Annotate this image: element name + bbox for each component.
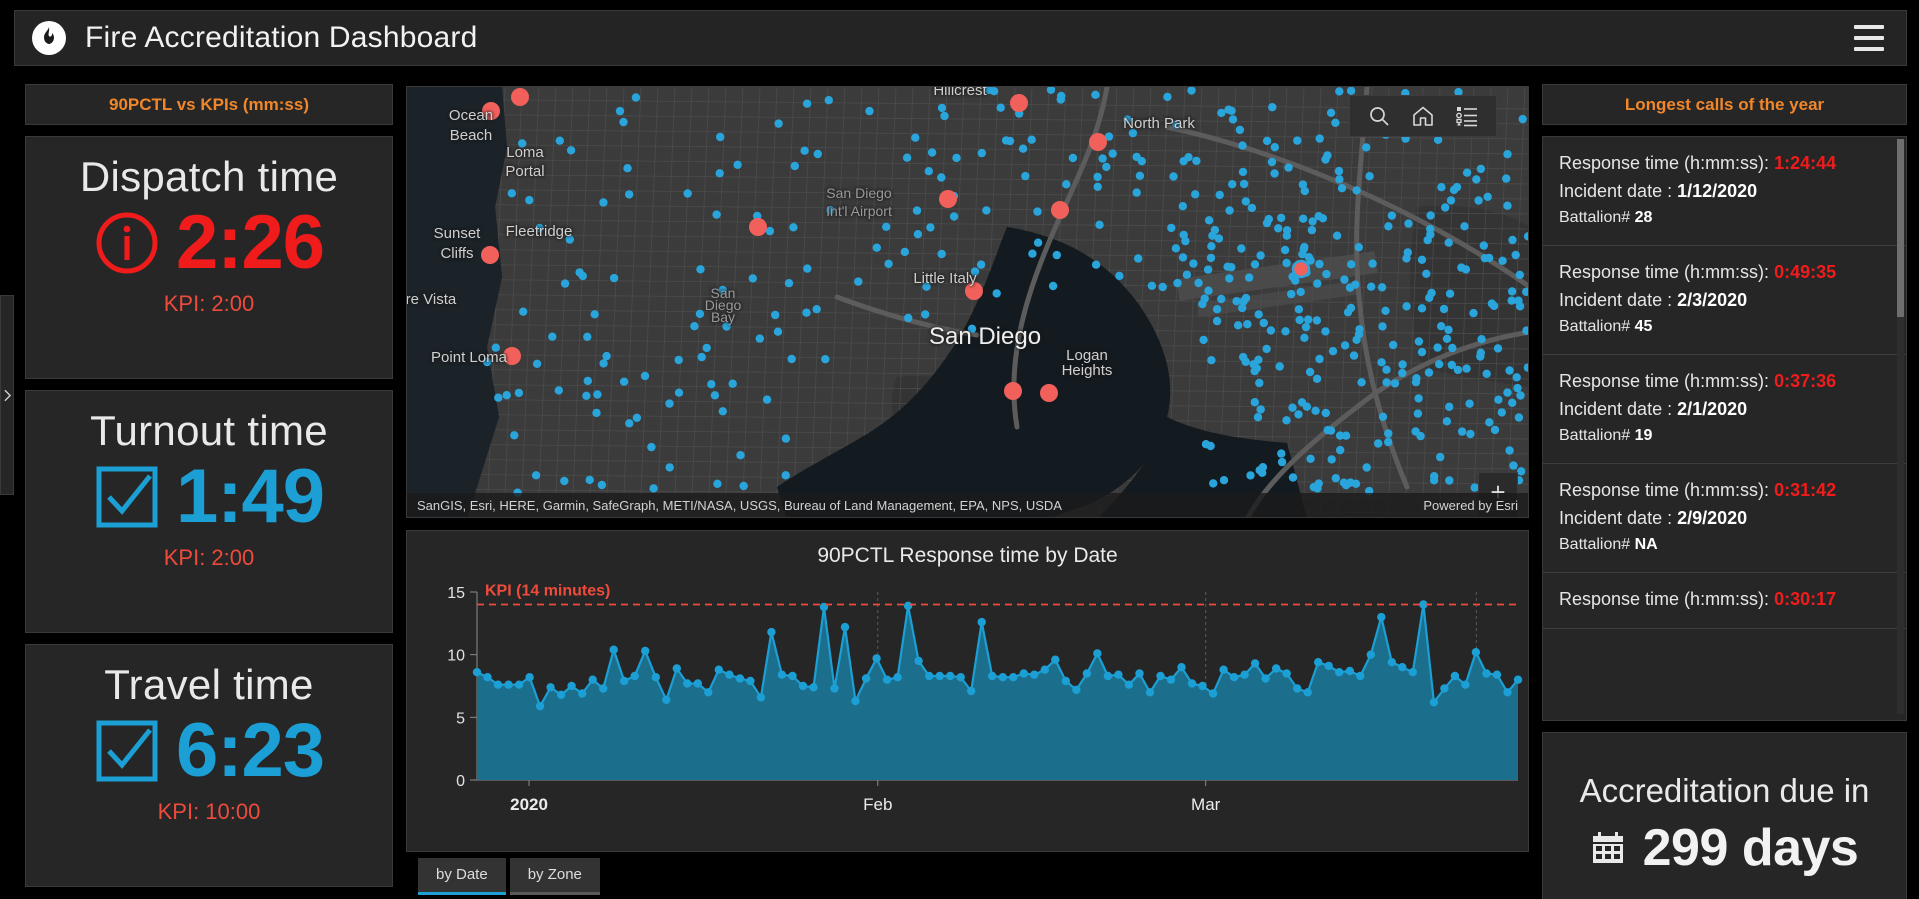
call-list-item[interactable]: Response time (h:mm:ss): 0:30:17	[1543, 573, 1906, 629]
response-time-chart-panel: 90PCTL Response time by Date 0 5 10 15 2020 F…	[406, 530, 1529, 852]
call-battalion: Battalion# NA	[1559, 536, 1658, 553]
flame-circle-icon	[31, 20, 67, 56]
search-icon[interactable]	[1368, 105, 1390, 127]
y-axis-tick-label: 0	[456, 773, 465, 790]
kpi-target-label: KPI: 2:00	[163, 291, 255, 317]
call-response-time: Response time (h:mm:ss): 1:24:44	[1559, 153, 1837, 173]
kpi-card-dispatch-time[interactable]: Dispatch time 2:26 KPI: 2:00	[25, 136, 393, 379]
chart-plot-area[interactable]: 0 5 10 15 2020 Feb Mar KPI (14 minutes)	[407, 574, 1528, 826]
kpi-sidebar: 90PCTL vs KPIs (mm:ss) Dispatch time 2:2…	[25, 84, 393, 887]
y-axis-tick-label: 15	[447, 585, 465, 602]
longest-calls-list[interactable]: Response time (h:mm:ss): 1:24:44 Incident…	[1542, 136, 1907, 721]
call-list-item[interactable]: Response time (h:mm:ss): 0:31:42 Incident…	[1543, 464, 1906, 573]
call-incident-date: Incident date : 2/9/2020	[1559, 508, 1748, 528]
chart-tab-bar[interactable]: by Date by Zone	[418, 858, 600, 895]
map-attribution-bar: SanGIS, Esri, HERE, Garmin, SafeGraph, M…	[407, 493, 1528, 517]
call-battalion: Battalion# 19	[1559, 427, 1653, 444]
call-response-time: Response time (h:mm:ss): 0:31:42	[1559, 480, 1837, 500]
call-response-time: Response time (h:mm:ss): 0:49:35	[1559, 262, 1837, 282]
call-incident-date: Incident date : 2/1/2020	[1559, 399, 1748, 419]
kpi-card-travel-time[interactable]: Travel time 6:23 KPI: 10:00	[25, 644, 393, 887]
accreditation-days-value: 299 days	[1642, 818, 1859, 877]
kpi-target-label: KPI: 10:00	[157, 799, 261, 825]
incident-map[interactable]: Ocean Beach Loma Portal Sunset Cliffs Fleetrid…	[406, 86, 1529, 518]
kpi-value: 1:49	[175, 454, 325, 540]
app-header: Fire Accreditation Dashboard	[14, 10, 1907, 66]
call-battalion: Battalion# 45	[1559, 318, 1653, 335]
call-battalion: Battalion# 28	[1559, 209, 1653, 226]
kpi-panel-title: 90PCTL vs KPIs (mm:ss)	[25, 84, 393, 125]
call-list-item[interactable]: Response time (h:mm:ss): 1:24:44 Incident…	[1543, 137, 1906, 246]
call-list-item[interactable]: Response time (h:mm:ss): 0:37:36 Incident…	[1543, 355, 1906, 464]
kpi-label: Dispatch time	[79, 153, 339, 200]
map-powered-by[interactable]: Powered by Esri	[1423, 498, 1518, 513]
legend-list-icon[interactable]	[1456, 105, 1478, 127]
checkbox-checked-icon	[94, 464, 160, 530]
chart-title: 90PCTL Response time by Date	[817, 544, 1118, 567]
x-axis-tick-label: Mar	[1191, 795, 1221, 814]
map-canvas[interactable]	[407, 87, 1529, 518]
page-title: Fire Accreditation Dashboard	[85, 21, 478, 54]
call-response-time: Response time (h:mm:ss): 0:37:36	[1559, 371, 1837, 391]
x-axis-tick-label: Feb	[863, 795, 892, 814]
kpi-threshold-label: KPI (14 minutes)	[485, 583, 610, 600]
kpi-value: 6:23	[175, 708, 325, 794]
tab-by-zone[interactable]: by Zone	[509, 858, 600, 895]
kpi-card-turnout-time[interactable]: Turnout time 1:49 KPI: 2:00	[25, 390, 393, 633]
map-toolbar[interactable]	[1349, 95, 1497, 137]
longest-calls-title: Longest calls of the year	[1542, 84, 1907, 125]
hamburger-menu-icon[interactable]	[1854, 25, 1884, 51]
y-axis-tick-label: 5	[456, 710, 465, 727]
checkbox-checked-icon	[94, 718, 160, 784]
kpi-label: Turnout time	[90, 407, 328, 454]
chart-area-fill	[477, 604, 1518, 780]
y-axis-tick-label: 10	[447, 648, 465, 665]
home-icon[interactable]	[1412, 105, 1434, 127]
kpi-label: Travel time	[104, 661, 314, 708]
call-incident-date: Incident date : 2/3/2020	[1559, 290, 1748, 310]
accreditation-label: Accreditation due in	[1579, 771, 1870, 809]
info-circle-icon	[94, 210, 160, 276]
call-response-time: Response time (h:mm:ss): 0:30:17	[1559, 589, 1837, 609]
kpi-target-label: KPI: 2:00	[163, 545, 255, 571]
left-panel-collapse-handle[interactable]	[0, 295, 14, 495]
calls-list-scrollbar[interactable]	[1897, 139, 1904, 714]
kpi-value: 2:26	[175, 200, 325, 286]
dashboard-root: Fire Accreditation Dashboard 90PCTL vs K…	[0, 0, 1919, 899]
calendar-icon	[1591, 831, 1625, 865]
map-attribution-text: SanGIS, Esri, HERE, Garmin, SafeGraph, M…	[417, 497, 1062, 513]
tab-by-date[interactable]: by Date	[418, 858, 506, 895]
call-list-item[interactable]: Response time (h:mm:ss): 0:49:35 Incident…	[1543, 246, 1906, 355]
x-axis-tick-label: 2020	[510, 795, 548, 814]
longest-calls-sidebar: Longest calls of the year Response time …	[1542, 84, 1907, 899]
accreditation-due-card: Accreditation due in 299 days	[1542, 732, 1907, 899]
call-incident-date: Incident date : 1/12/2020	[1559, 181, 1758, 201]
